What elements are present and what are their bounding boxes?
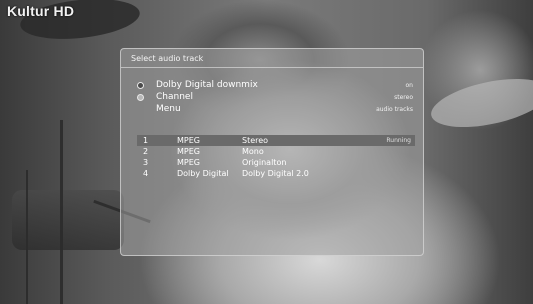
- track-number: 1: [143, 136, 149, 145]
- option-menu[interactable]: Menu audio tracks: [137, 104, 413, 115]
- green-circle-icon: [137, 94, 144, 101]
- option-label: Menu: [156, 104, 181, 114]
- track-row-3[interactable]: 3 MPEG Originalton: [137, 157, 415, 168]
- option-downmix[interactable]: Dolby Digital downmix on: [137, 80, 413, 91]
- track-row-4[interactable]: 4 Dolby Digital Dolby Digital 2.0: [137, 168, 415, 179]
- channel-logo: Kultur HD: [7, 3, 75, 19]
- track-number: 3: [143, 158, 149, 167]
- red-circle-icon: [137, 82, 144, 89]
- track-codec: MPEG: [177, 136, 200, 145]
- option-value: on: [405, 82, 413, 89]
- track-number: 4: [143, 169, 149, 178]
- dialog-title: Select audio track: [131, 54, 204, 63]
- audio-track-list: 1 MPEG Stereo Running 2 MPEG Mono 3 MPEG…: [137, 135, 415, 179]
- track-name: Stereo: [242, 136, 269, 145]
- track-name: Mono: [242, 147, 264, 156]
- drum-image: [12, 190, 124, 250]
- option-label: Dolby Digital downmix: [156, 80, 258, 90]
- cymbal-image: [426, 69, 533, 137]
- track-codec: MPEG: [177, 158, 200, 167]
- drum-stand-image: [60, 120, 63, 304]
- option-value: stereo: [394, 94, 413, 101]
- option-channel[interactable]: Channel stereo: [137, 92, 413, 103]
- track-status: Running: [386, 137, 411, 144]
- audio-track-dialog: Select audio track Dolby Digital downmix…: [120, 48, 424, 256]
- track-number: 2: [143, 147, 149, 156]
- track-codec: Dolby Digital: [177, 169, 229, 178]
- track-name: Dolby Digital 2.0: [242, 169, 309, 178]
- track-row-2[interactable]: 2 MPEG Mono: [137, 146, 415, 157]
- divider: [121, 67, 423, 68]
- option-label: Channel: [156, 92, 193, 102]
- drum-stand-image: [26, 170, 28, 304]
- track-name: Originalton: [242, 158, 287, 167]
- option-value: audio tracks: [376, 106, 413, 113]
- track-codec: MPEG: [177, 147, 200, 156]
- track-row-1[interactable]: 1 MPEG Stereo Running: [137, 135, 415, 146]
